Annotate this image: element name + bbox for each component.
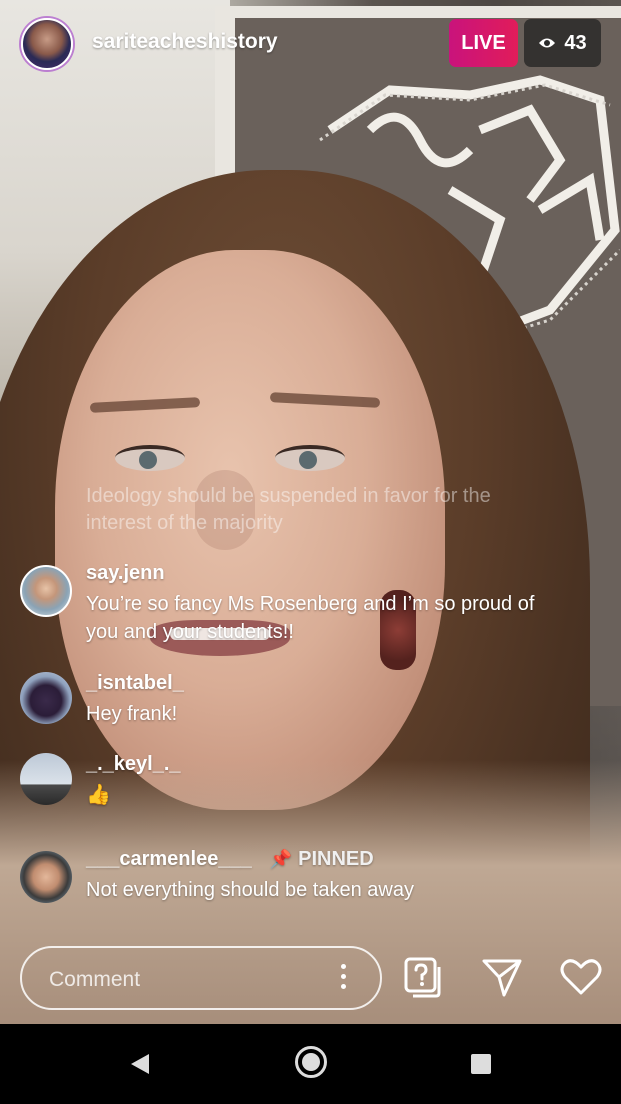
host-username[interactable]: sariteacheshistory (92, 30, 278, 54)
send-icon[interactable] (480, 955, 524, 999)
back-icon[interactable] (130, 1053, 150, 1075)
faded-comment: Ideology should be suspended in favor fo… (86, 485, 491, 534)
pinned-comment[interactable]: ___carmenlee___ 📌 PINNED Not everything sh… (20, 848, 580, 908)
eye-icon (539, 38, 556, 48)
host-avatar[interactable] (21, 18, 73, 70)
pinned-label: PINNED (298, 848, 374, 870)
home-icon[interactable] (295, 1046, 327, 1078)
commenter-avatar[interactable] (20, 753, 72, 805)
comment-item[interactable]: _isntabel_ Hey frank! (20, 672, 580, 732)
heart-icon[interactable] (559, 955, 603, 999)
system-navigation-bar (0, 1024, 621, 1104)
commenter-username-row: ___carmenlee___ 📌 PINNED (86, 848, 374, 871)
comment-placeholder: Comment (49, 968, 141, 991)
commenter-username[interactable]: ___carmenlee___ (86, 848, 252, 870)
viewer-count: 43 (564, 31, 587, 54)
pinned-indicator: 📌 PINNED (270, 848, 374, 870)
comment-text: 👍 (86, 784, 111, 806)
live-badge: LIVE (449, 19, 518, 67)
comment-text: Not everything should be taken away (86, 879, 414, 901)
viewer-count-badge[interactable]: 43 (524, 19, 601, 67)
comment-item[interactable]: say.jenn You’re so fancy Ms Rosenberg an… (20, 562, 580, 652)
commenter-avatar[interactable] (20, 851, 72, 903)
more-options-icon[interactable] (336, 964, 350, 994)
comment-item[interactable]: _._keyl_._ 👍 (20, 753, 580, 813)
question-sticker-icon[interactable] (401, 955, 445, 999)
comment-input[interactable]: Comment (20, 946, 382, 1010)
commenter-username[interactable]: _isntabel_ (86, 672, 184, 695)
commenter-avatar[interactable] (20, 565, 72, 617)
comment-text: You’re so fancy Ms Rosenberg and I’m so … (86, 593, 535, 643)
recents-icon[interactable] (471, 1054, 491, 1074)
commenter-username[interactable]: _._keyl_._ (86, 753, 181, 776)
commenter-avatar[interactable] (20, 672, 72, 724)
commenter-username[interactable]: say.jenn (86, 562, 165, 585)
pin-icon: 📌 (269, 849, 293, 869)
comment-text: Hey frank! (86, 703, 178, 725)
